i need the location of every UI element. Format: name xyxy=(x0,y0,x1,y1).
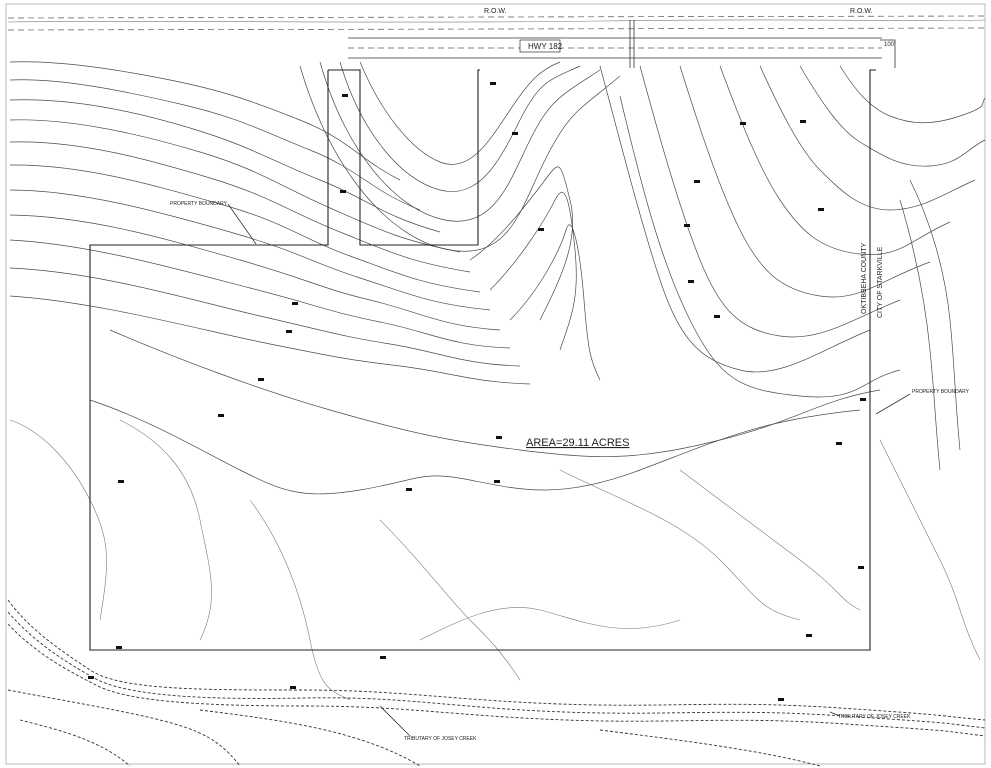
corner-dimension-label: 100' xyxy=(884,42,895,48)
creek-label-right: TRIBUTARY OF JOSEY CREEK xyxy=(838,714,911,720)
city-label: CITY OF STARKVILLE xyxy=(877,246,884,318)
county-label: OKTIBBEHA COUNTY xyxy=(861,242,868,314)
area-label: AREA=29.11 ACRES xyxy=(526,437,629,449)
highway-182 xyxy=(348,20,896,68)
josey-creek-tributary xyxy=(7,599,986,767)
contour-tags xyxy=(88,82,866,701)
property-boundary-label-left: PROPERTY BOUNDARY xyxy=(170,201,228,207)
contours-south xyxy=(9,329,981,701)
row-label-right: R.O.W. xyxy=(850,8,873,15)
contours-north-east xyxy=(599,65,986,471)
property-boundary xyxy=(89,69,876,651)
site-topographic-map: R.O.W. R.O.W. HWY 182 100' PROPERTY BOUN… xyxy=(5,3,986,767)
property-boundary-label-right: PROPERTY BOUNDARY xyxy=(912,389,970,395)
contours-valley xyxy=(299,61,621,381)
creek-label-left: TRIBUTARY OF JOSEY CREEK xyxy=(404,736,477,742)
leader-lines xyxy=(227,203,911,737)
contours-north-west xyxy=(9,61,531,385)
row-lines xyxy=(7,15,986,31)
highway-label: HWY 182 xyxy=(528,42,563,51)
row-label-left: R.O.W. xyxy=(484,8,507,15)
